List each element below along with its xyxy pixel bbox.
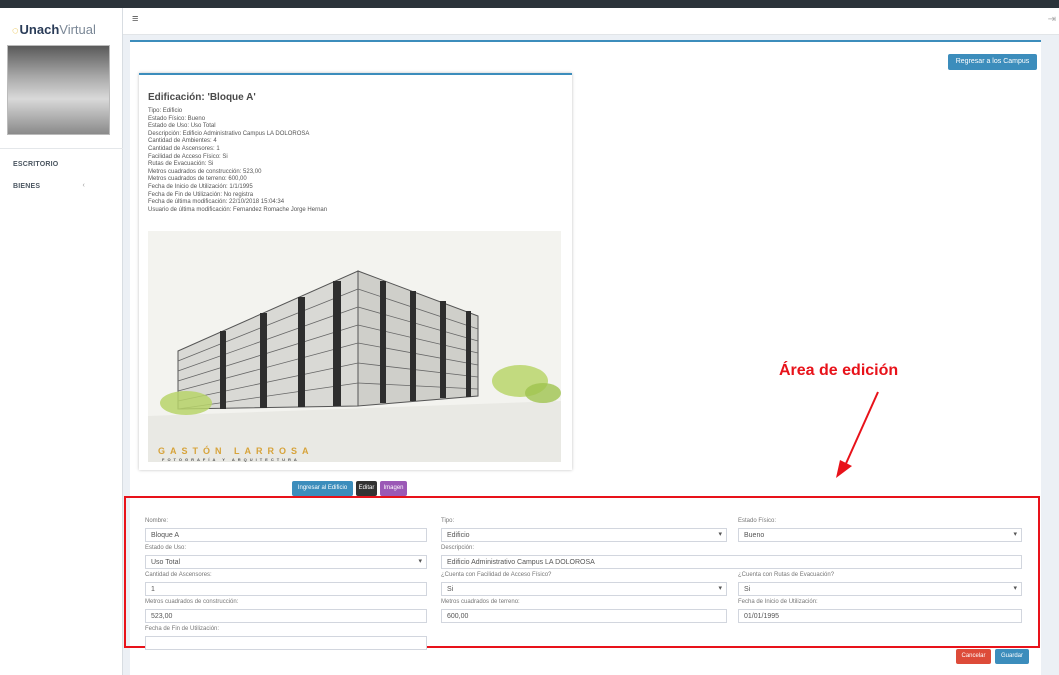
fecha-fin-label: Fecha de Fin de Utilización: — [145, 626, 220, 632]
rutas-select[interactable]: Si — [738, 582, 1022, 596]
building-sketch-image — [148, 231, 561, 462]
sidebar-item-escritorio[interactable]: ESCRITORIO — [0, 153, 123, 175]
edit-form: Nombre: Bloque A Tipo: Edificio Estado F… — [127, 499, 1037, 664]
building-photo: GASTÓN LARROSA FOTOGRAFÍA Y ARQUITECTURA — [148, 231, 561, 462]
sidebar-item-bienes[interactable]: BIENES ‹ — [0, 175, 123, 197]
detail-line: Cantidad de Ascensores: 1 — [148, 145, 220, 152]
detail-line: Metros cuadrados de construcción: 523,00 — [148, 168, 262, 175]
nav-divider — [0, 148, 123, 149]
estado-uso-label: Estado de Uso: — [145, 545, 187, 551]
estado-uso-select[interactable]: Uso Total — [145, 555, 427, 569]
ascensores-label: Cantidad de Ascensores: — [145, 572, 212, 578]
building-details: Tipo: Edificio Estado Físico: Bueno Esta… — [148, 108, 327, 214]
fecha-fin-field[interactable] — [145, 636, 427, 650]
title-prefix: Edificación: — [148, 92, 208, 103]
image-button[interactable]: Imagen — [380, 481, 407, 496]
nombre-label: Nombre: — [145, 518, 169, 524]
user-avatar — [7, 45, 110, 135]
detail-line: Estado Físico: Bueno — [148, 115, 206, 122]
annotation-label: Área de edición — [779, 362, 899, 379]
enter-building-button[interactable]: Ingresar al Edificio — [292, 481, 353, 496]
m2-construccion-label: Metros cuadrados de construcción: — [145, 599, 239, 605]
title-building-name: 'Bloque A' — [207, 92, 256, 103]
sidebar: ◌UnachVirtual ESCRITORIO BIENES ‹ — [0, 8, 123, 675]
hamburger-icon[interactable]: ≡ — [132, 13, 138, 25]
detail-line: Fecha de última modificación: 22/10/2018… — [148, 199, 285, 206]
annotation-arrow-icon — [836, 391, 879, 478]
building-card: Edificación: 'Bloque A' Tipo: Edificio E… — [139, 73, 572, 470]
detail-line: Rutas de Evacuación: Si — [148, 161, 214, 168]
app-logo[interactable]: ◌UnachVirtual — [12, 22, 96, 37]
photo-watermark-subtitle: FOTOGRAFÍA Y ARQUITECTURA — [162, 457, 300, 462]
sidebar-item-label: BIENES — [13, 183, 41, 190]
cancel-button[interactable]: Cancelar — [956, 649, 991, 664]
fecha-inicio-label: Fecha de Inicio de Utilización: — [738, 599, 818, 605]
logo-light-text: Virtual — [59, 22, 96, 37]
edit-button[interactable]: Editar — [356, 481, 377, 496]
fecha-inicio-field[interactable]: 01/01/1995 — [738, 609, 1022, 623]
estado-fisico-label: Estado Físico: — [738, 518, 777, 524]
descripcion-label: Descripción: — [441, 545, 475, 551]
page-title: Edificación: 'Bloque A' — [148, 92, 256, 103]
m2-terreno-label: Metros cuadrados de terreno: — [441, 599, 520, 605]
detail-line: Fecha de Fin de Utilización: No registra — [148, 191, 254, 198]
detail-line: Tipo: Edificio — [148, 108, 183, 114]
ascensores-field[interactable]: 1 — [145, 582, 427, 596]
top-header: ≡ ⇥ — [123, 8, 1059, 35]
detail-line: Estado de Uso: Uso Total — [148, 123, 216, 130]
detail-line: Usuario de última modificación: Fernande… — [148, 206, 328, 213]
detail-line: Metros cuadrados de terreno: 600,00 — [148, 176, 247, 183]
m2-terreno-field[interactable]: 600,00 — [441, 609, 727, 623]
detail-line: Cantidad de Ambientes: 4 — [148, 138, 217, 145]
descripcion-field[interactable]: Edificio Administrativo Campus LA DOLORO… — [441, 555, 1022, 569]
save-button[interactable]: Guardar — [995, 649, 1029, 664]
nombre-field[interactable]: Bloque A — [145, 528, 427, 542]
tipo-label: Tipo: — [441, 518, 455, 524]
photo-watermark-name: GASTÓN LARROSA — [158, 446, 314, 456]
m2-construccion-field[interactable]: 523,00 — [145, 609, 427, 623]
chevron-left-icon: ‹ — [82, 182, 85, 189]
tipo-select[interactable]: Edificio — [441, 528, 727, 542]
logout-icon[interactable]: ⇥ — [1048, 14, 1056, 25]
detail-line: Facilidad de Acceso Físico: Si — [148, 153, 228, 160]
back-to-campus-button[interactable]: Regresar a los Campus — [948, 54, 1037, 70]
logo-bold-text: Unach — [19, 22, 60, 37]
acceso-select[interactable]: Si — [441, 582, 727, 596]
top-strip — [0, 0, 1059, 8]
detail-line: Fecha de Inicio de Utilización: 1/1/1995 — [148, 183, 253, 190]
logo-ring-icon: ◌ — [12, 25, 19, 37]
estado-fisico-select[interactable]: Bueno — [738, 528, 1022, 542]
acceso-label: ¿Cuenta con Facilidad de Acceso Físico? — [441, 572, 552, 578]
rutas-label: ¿Cuenta con Rutas de Evacuación? — [738, 572, 835, 578]
sidebar-item-label: ESCRITORIO — [13, 161, 59, 168]
detail-line: Descripción: Edificio Administrativo Cam… — [148, 130, 310, 137]
